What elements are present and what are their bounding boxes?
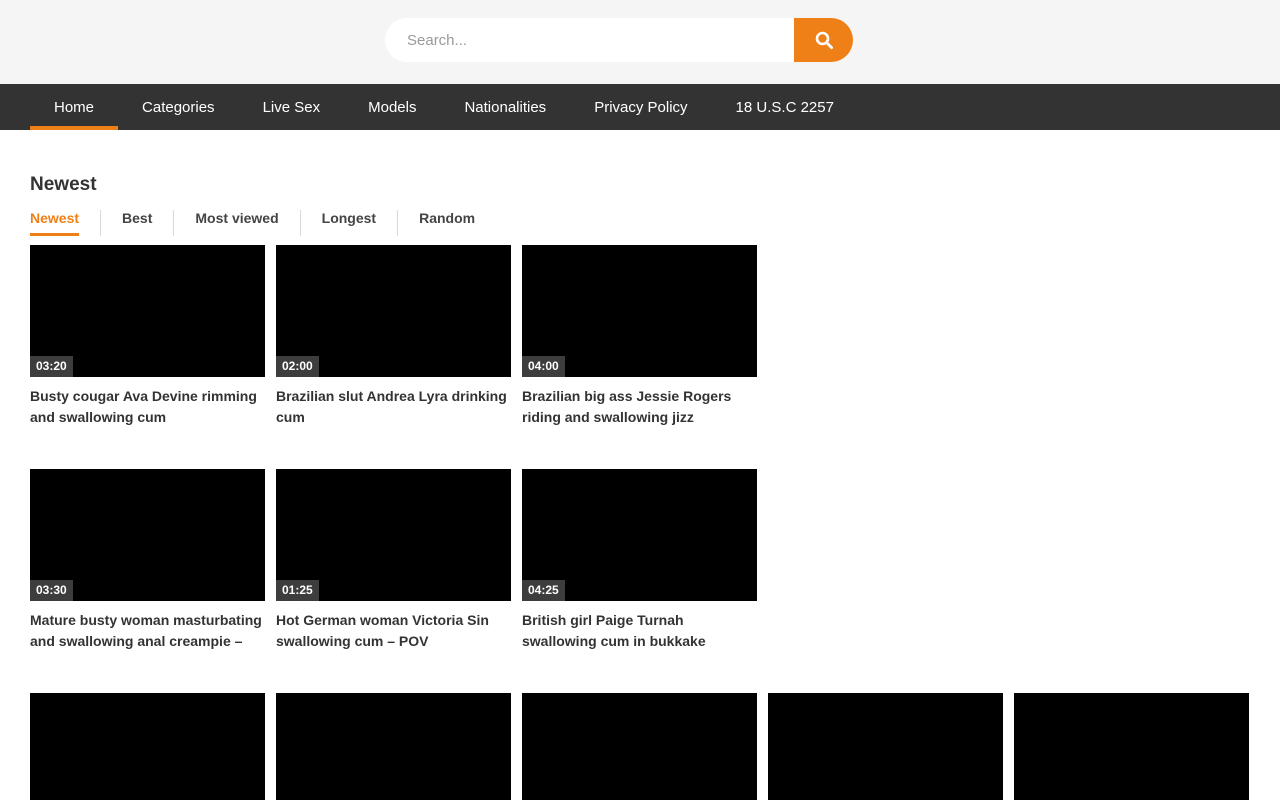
duration-badge: 01:25 (276, 580, 319, 601)
video-title[interactable]: Brazilian big ass Jessie Rogers riding a… (522, 386, 757, 428)
video-card[interactable] (522, 693, 757, 800)
tab-random[interactable]: Random (397, 210, 496, 236)
tab-newest[interactable]: Newest (30, 210, 100, 236)
nav-item-privacy-policy[interactable]: Privacy Policy (570, 84, 711, 130)
duration-badge: 04:25 (522, 580, 565, 601)
sort-tabs: Newest Best Most viewed Longest Random (30, 210, 1250, 236)
nav-item-models[interactable]: Models (344, 84, 440, 130)
tab-best-label: Best (122, 210, 152, 236)
video-title[interactable]: Hot German woman Victoria Sin swallowing… (276, 610, 511, 652)
nav-item-home[interactable]: Home (30, 84, 118, 130)
video-thumbnail[interactable] (276, 693, 511, 800)
nav-item-2257[interactable]: 18 U.S.C 2257 (712, 84, 858, 130)
video-thumbnail[interactable] (30, 693, 265, 800)
video-card[interactable] (30, 693, 265, 800)
video-thumbnail[interactable]: 01:25 (276, 469, 511, 601)
search-button[interactable] (794, 18, 853, 62)
tab-most-viewed-label: Most viewed (195, 210, 278, 236)
tab-newest-label: Newest (30, 210, 79, 236)
duration-badge: 03:20 (30, 356, 73, 377)
video-card[interactable] (1014, 693, 1249, 800)
video-thumbnail[interactable]: 02:00 (276, 245, 511, 377)
video-thumbnail[interactable]: 03:20 (30, 245, 265, 377)
tab-best[interactable]: Best (100, 210, 173, 236)
video-thumbnail[interactable] (522, 693, 757, 800)
duration-badge: 04:00 (522, 356, 565, 377)
video-thumbnail[interactable]: 04:25 (522, 469, 757, 601)
video-card[interactable]: 03:30 Mature busty woman masturbating an… (30, 469, 265, 652)
video-thumbnail[interactable] (768, 693, 1003, 800)
video-thumbnail[interactable]: 03:30 (30, 469, 265, 601)
page-title: Newest (30, 174, 1250, 196)
video-card[interactable]: 03:20 Busty cougar Ava Devine rimming an… (30, 245, 265, 428)
video-title[interactable]: Brazilian slut Andrea Lyra drinking cum (276, 386, 511, 428)
video-card[interactable]: 02:00 Brazilian slut Andrea Lyra drinkin… (276, 245, 511, 428)
video-card[interactable] (276, 693, 511, 800)
nav-item-nationalities[interactable]: Nationalities (440, 84, 570, 130)
nav-item-categories[interactable]: Categories (118, 84, 239, 130)
video-title[interactable]: Busty cougar Ava Devine rimming and swal… (30, 386, 265, 428)
tab-random-label: Random (419, 210, 475, 236)
video-card[interactable]: 04:00 Brazilian big ass Jessie Rogers ri… (522, 245, 757, 428)
tab-longest[interactable]: Longest (300, 210, 397, 236)
video-row: 03:30 Mature busty woman masturbating an… (30, 469, 1250, 652)
tab-longest-label: Longest (322, 210, 376, 236)
nav-item-live-sex[interactable]: Live Sex (239, 84, 345, 130)
search-input[interactable] (385, 18, 794, 62)
main-content: Newest Newest Best Most viewed Longest R… (0, 174, 1280, 800)
video-row (30, 693, 1250, 800)
video-title[interactable]: British girl Paige Turnah swallowing cum… (522, 610, 757, 652)
duration-badge: 03:30 (30, 580, 73, 601)
video-thumbnail[interactable]: 04:00 (522, 245, 757, 377)
video-title[interactable]: Mature busty woman masturbating and swal… (30, 610, 265, 652)
video-card[interactable] (768, 693, 1003, 800)
video-thumbnail[interactable] (1014, 693, 1249, 800)
top-bar (0, 0, 1280, 84)
search-form (385, 18, 853, 62)
video-row: 03:20 Busty cougar Ava Devine rimming an… (30, 245, 1250, 428)
duration-badge: 02:00 (276, 356, 319, 377)
video-card[interactable]: 01:25 Hot German woman Victoria Sin swal… (276, 469, 511, 652)
search-icon (814, 30, 834, 50)
main-navigation: Home Categories Live Sex Models National… (0, 84, 1280, 130)
video-card[interactable]: 04:25 British girl Paige Turnah swallowi… (522, 469, 757, 652)
tab-most-viewed[interactable]: Most viewed (173, 210, 299, 236)
